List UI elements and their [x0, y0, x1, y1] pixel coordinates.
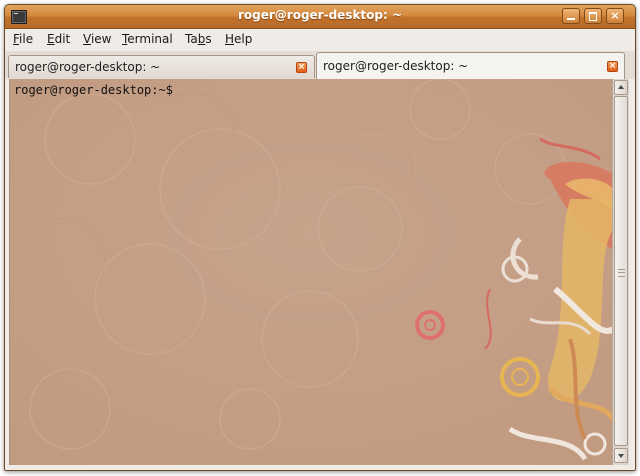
maximize-button[interactable]: [584, 8, 602, 24]
menu-view-mnemonic: V: [83, 32, 91, 46]
tab-label: roger@roger-desktop: ~: [15, 60, 161, 74]
terminal-window: roger@roger-desktop: ~ × File Edit View …: [4, 4, 636, 471]
close-button[interactable]: ×: [606, 8, 624, 24]
menu-tabs-prefix: Ta: [185, 32, 198, 46]
menu-help-mnemonic: H: [225, 32, 235, 46]
minimize-button[interactable]: [562, 8, 580, 24]
prompt-text: roger@roger-desktop:~$: [14, 83, 181, 97]
terminal-prompt[interactable]: roger@roger-desktop:~$: [14, 83, 187, 97]
menu-terminal[interactable]: Terminal: [122, 32, 173, 46]
background-wallpaper: [10, 79, 613, 465]
menu-edit-mnemonic: E: [47, 32, 55, 46]
text-cursor: [180, 83, 187, 97]
minimize-icon: [567, 18, 575, 20]
vertical-scrollbar[interactable]: [612, 79, 629, 465]
tab-terminal-1[interactable]: roger@roger-desktop: ~ ×: [8, 55, 315, 78]
close-icon: ×: [610, 9, 620, 22]
scroll-down-button[interactable]: [614, 448, 628, 463]
menu-file[interactable]: File: [13, 32, 33, 46]
menu-tabs[interactable]: Tabs: [185, 32, 212, 46]
scroll-up-button[interactable]: [614, 80, 628, 95]
tab-terminal-2[interactable]: roger@roger-desktop: ~ ×: [316, 52, 625, 79]
menu-tabs-label: s: [205, 32, 212, 46]
arrow-up-icon: [618, 85, 624, 89]
maximize-icon: [589, 12, 597, 21]
tab-label: roger@roger-desktop: ~: [323, 59, 469, 73]
menu-view-label: iew: [90, 32, 112, 46]
terminal-output[interactable]: roger@roger-desktop:~$: [9, 79, 613, 465]
arrow-down-icon: [618, 454, 624, 458]
tab-close-icon[interactable]: ×: [607, 61, 618, 72]
menu-view[interactable]: View: [83, 32, 111, 46]
menu-edit[interactable]: Edit: [47, 32, 70, 46]
window-title: roger@roger-desktop: ~: [237, 8, 403, 22]
menu-file-label: ile: [19, 32, 34, 46]
menu-bar: File Edit View Terminal Tabs Help: [5, 29, 635, 51]
menu-terminal-label: erminal: [127, 32, 173, 46]
title-bar[interactable]: roger@roger-desktop: ~ ×: [5, 5, 635, 29]
scrollbar-thumb[interactable]: [614, 96, 628, 446]
menu-help[interactable]: Help: [225, 32, 252, 46]
tab-bar: roger@roger-desktop: ~ × roger@roger-des…: [5, 51, 635, 79]
tab-close-icon[interactable]: ×: [296, 62, 307, 73]
grip-icon: [618, 269, 625, 277]
menu-help-label: elp: [234, 32, 253, 46]
menu-edit-label: dit: [54, 32, 71, 46]
window-bottom-border: [5, 465, 635, 470]
